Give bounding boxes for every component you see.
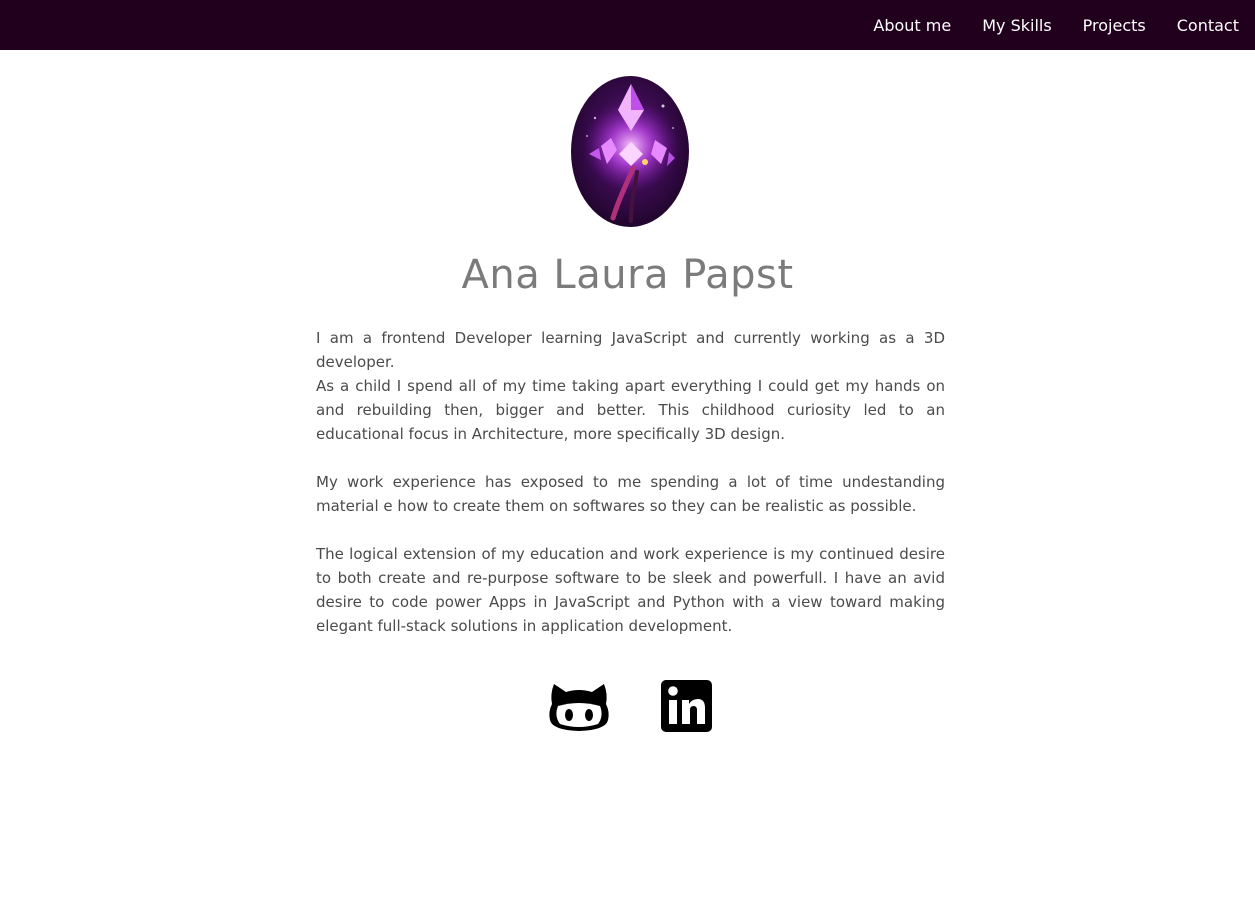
bio-section: I am a frontend Developer learning JavaS…	[316, 326, 945, 638]
bio-paragraph-3: The logical extension of my education an…	[316, 545, 945, 635]
linkedin-icon	[661, 680, 712, 732]
nav-link-about-me[interactable]: About me	[873, 16, 951, 35]
bio-paragraph-2: My work experience has exposed to me spe…	[316, 473, 945, 515]
avatar	[571, 76, 689, 227]
purple-crystal-avatar-icon	[571, 76, 689, 227]
nav-link-contact[interactable]: Contact	[1177, 16, 1239, 35]
github-icon	[549, 684, 609, 731]
social-links	[548, 680, 718, 732]
bio-paragraph-1b: As a child I spend all of my time taking…	[316, 377, 945, 443]
bio-paragraph-1a: I am a frontend Developer learning JavaS…	[316, 329, 945, 371]
profile-name: Ana Laura Papst	[461, 252, 794, 298]
nav-link-projects[interactable]: Projects	[1083, 16, 1146, 35]
nav-link-my-skills[interactable]: My Skills	[982, 16, 1051, 35]
linkedin-link[interactable]	[661, 680, 712, 732]
nav-links: About me My Skills Projects Contact	[873, 0, 1239, 50]
github-link[interactable]	[548, 680, 610, 732]
top-navbar: About me My Skills Projects Contact	[0, 0, 1255, 50]
